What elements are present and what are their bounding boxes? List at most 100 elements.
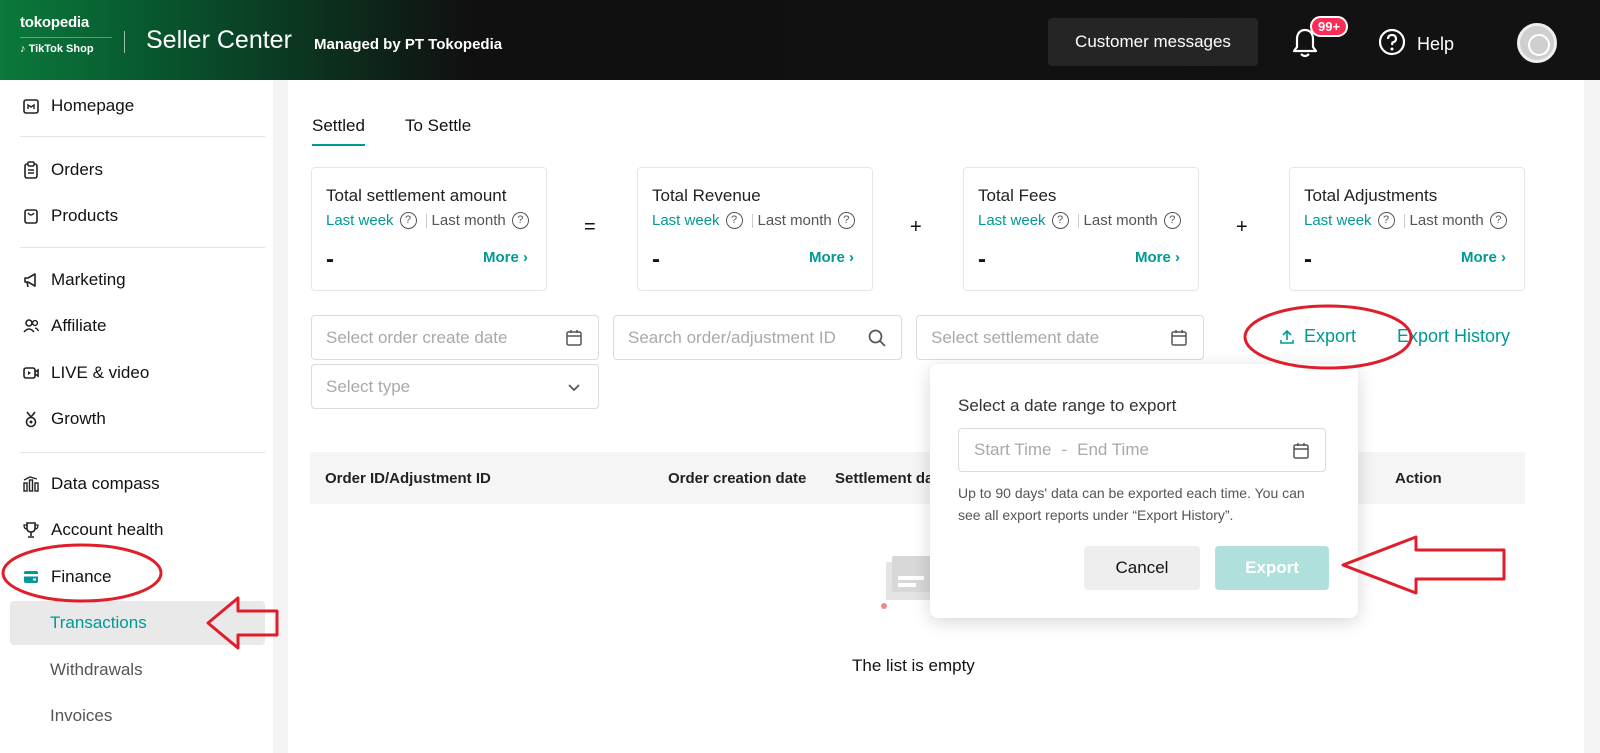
- sidebar-item-marketing[interactable]: Marketing: [10, 260, 265, 300]
- more-link[interactable]: More ›: [483, 249, 528, 266]
- search-icon[interactable]: [867, 328, 887, 348]
- sidebar-item-label: Growth: [51, 409, 106, 428]
- question-icon[interactable]: ?: [837, 212, 855, 229]
- avatar[interactable]: [1517, 23, 1557, 63]
- card-value: -: [652, 246, 660, 273]
- trophy-icon: [20, 519, 42, 541]
- chevron-down-icon: [568, 384, 580, 392]
- clipboard-icon: [20, 159, 42, 181]
- last-month-link[interactable]: Last month: [1410, 212, 1484, 229]
- managed-by-text: Managed by PT Tokopedia: [314, 36, 503, 53]
- megaphone-icon: [20, 269, 42, 291]
- settlement-date-picker[interactable]: Select settlement date: [916, 315, 1204, 360]
- calendar-icon: [566, 330, 582, 346]
- sidebar: Homepage Orders Products Marketing Affil…: [0, 80, 273, 753]
- tab-to-settle[interactable]: To Settle: [405, 116, 471, 146]
- card-value: -: [326, 246, 334, 273]
- logo-tokopedia-text: tokopedia: [20, 14, 90, 31]
- last-week-link[interactable]: Last week: [326, 212, 394, 229]
- period-divider: [425, 213, 427, 228]
- question-icon[interactable]: ?: [511, 212, 529, 229]
- video-icon: [20, 362, 42, 384]
- card-title: Total Adjustments: [1304, 186, 1438, 205]
- question-icon[interactable]: ?: [1377, 212, 1395, 229]
- more-link[interactable]: More ›: [809, 249, 854, 266]
- summary-card-revenue: Total Revenue Last week? Last month? - Mo…: [637, 167, 873, 291]
- sidebar-item-homepage[interactable]: Homepage: [10, 86, 265, 126]
- last-week-link[interactable]: Last week: [652, 212, 720, 229]
- help-link[interactable]: Help: [1417, 34, 1454, 55]
- top-bar: tokopedia ♪ TikTok Shop Seller Center Ma…: [0, 0, 1600, 80]
- sidebar-item-label: LIVE & video: [51, 363, 150, 382]
- calendar-icon: [1293, 443, 1309, 459]
- summary-card-fees: Total Fees Last week? Last month? - More …: [963, 167, 1199, 291]
- tab-settled[interactable]: Settled: [312, 116, 365, 146]
- export-button[interactable]: Export: [1215, 546, 1329, 590]
- question-icon[interactable]: ?: [725, 212, 743, 229]
- bar-chart-icon: [20, 473, 42, 495]
- period-divider: [1403, 213, 1405, 228]
- card-periods: Last week? Last month?: [978, 212, 1185, 229]
- sidebar-item-label: Finance: [51, 567, 112, 586]
- export-date-range-popup: Select a date range to export Start Time…: [930, 364, 1358, 618]
- question-icon[interactable]: ?: [1163, 212, 1181, 229]
- search-id-input[interactable]: Search order/adjustment ID: [613, 315, 902, 360]
- cancel-button[interactable]: Cancel: [1084, 546, 1200, 590]
- sidebar-subitem-withdrawals[interactable]: Withdrawals: [10, 648, 265, 692]
- order-create-date-picker[interactable]: Select order create date: [311, 315, 599, 360]
- question-icon[interactable]: ?: [1051, 212, 1069, 229]
- card-periods: Last week? Last month?: [326, 212, 533, 229]
- bag-icon: [20, 205, 42, 227]
- sidebar-item-label: Data compass: [51, 474, 160, 493]
- customer-messages-button[interactable]: Customer messages: [1048, 18, 1258, 66]
- question-icon[interactable]: ?: [399, 212, 417, 229]
- sidebar-divider: [20, 136, 265, 137]
- app-title: Seller Center: [146, 26, 292, 54]
- sidebar-item-label: Homepage: [51, 96, 135, 115]
- export-hint-text: Up to 90 days' data can be exported each…: [958, 485, 1305, 523]
- sidebar-divider: [20, 452, 265, 453]
- sidebar-subitem-invoices[interactable]: Invoices: [10, 694, 265, 738]
- end-time-placeholder: End Time: [1077, 440, 1149, 459]
- sidebar-item-finance[interactable]: Finance: [10, 557, 265, 597]
- help-icon[interactable]: [1378, 28, 1406, 56]
- sidebar-item-data-compass[interactable]: Data compass: [10, 464, 265, 504]
- summary-card-adjustments: Total Adjustments Last week? Last month? …: [1289, 167, 1525, 291]
- equals-operator: =: [584, 216, 596, 238]
- sidebar-subitem-transactions[interactable]: Transactions: [10, 601, 265, 645]
- more-link[interactable]: More ›: [1461, 249, 1506, 266]
- export-link[interactable]: Export: [1278, 326, 1356, 347]
- tokopedia-tiktok-logo[interactable]: tokopedia ♪ TikTok Shop: [20, 14, 112, 55]
- card-periods: Last week? Last month?: [652, 212, 859, 229]
- last-month-link[interactable]: Last month: [1084, 212, 1158, 229]
- chevron-right-icon: ›: [1501, 249, 1506, 266]
- export-history-link[interactable]: Export History: [1397, 326, 1510, 347]
- question-icon[interactable]: ?: [1489, 212, 1507, 229]
- field-placeholder: Select type: [326, 376, 411, 396]
- column-header: Order creation date: [668, 470, 807, 487]
- sidebar-item-orders[interactable]: Orders: [10, 150, 265, 190]
- last-week-link[interactable]: Last week: [1304, 212, 1372, 229]
- wallet-icon: [20, 566, 42, 588]
- header-divider: [124, 31, 125, 53]
- plus-operator: +: [1236, 216, 1248, 238]
- date-range-picker[interactable]: Start Time - End Time: [958, 428, 1326, 472]
- sidebar-item-live-video[interactable]: LIVE & video: [10, 353, 265, 393]
- sidebar-item-growth[interactable]: Growth: [10, 399, 265, 439]
- sidebar-item-account-health[interactable]: Account health: [10, 510, 265, 550]
- type-select[interactable]: Select type: [311, 364, 599, 409]
- last-month-link[interactable]: Last month: [758, 212, 832, 229]
- last-week-link[interactable]: Last week: [978, 212, 1046, 229]
- chevron-right-icon: ›: [849, 249, 854, 266]
- period-divider: [751, 213, 753, 228]
- sidebar-item-label: Products: [51, 206, 119, 225]
- more-link[interactable]: More ›: [1135, 249, 1180, 266]
- chevron-right-icon: ›: [523, 249, 528, 266]
- chevron-right-icon: ›: [1175, 249, 1180, 266]
- sidebar-item-products[interactable]: Products: [10, 196, 265, 236]
- sidebar-item-affiliate[interactable]: Affiliate: [10, 306, 265, 346]
- sidebar-item-label: Affiliate: [51, 316, 107, 335]
- last-month-link[interactable]: Last month: [432, 212, 506, 229]
- column-header: Action: [1395, 470, 1442, 487]
- logo-tiktok-shop-text: ♪ TikTok Shop: [20, 37, 112, 55]
